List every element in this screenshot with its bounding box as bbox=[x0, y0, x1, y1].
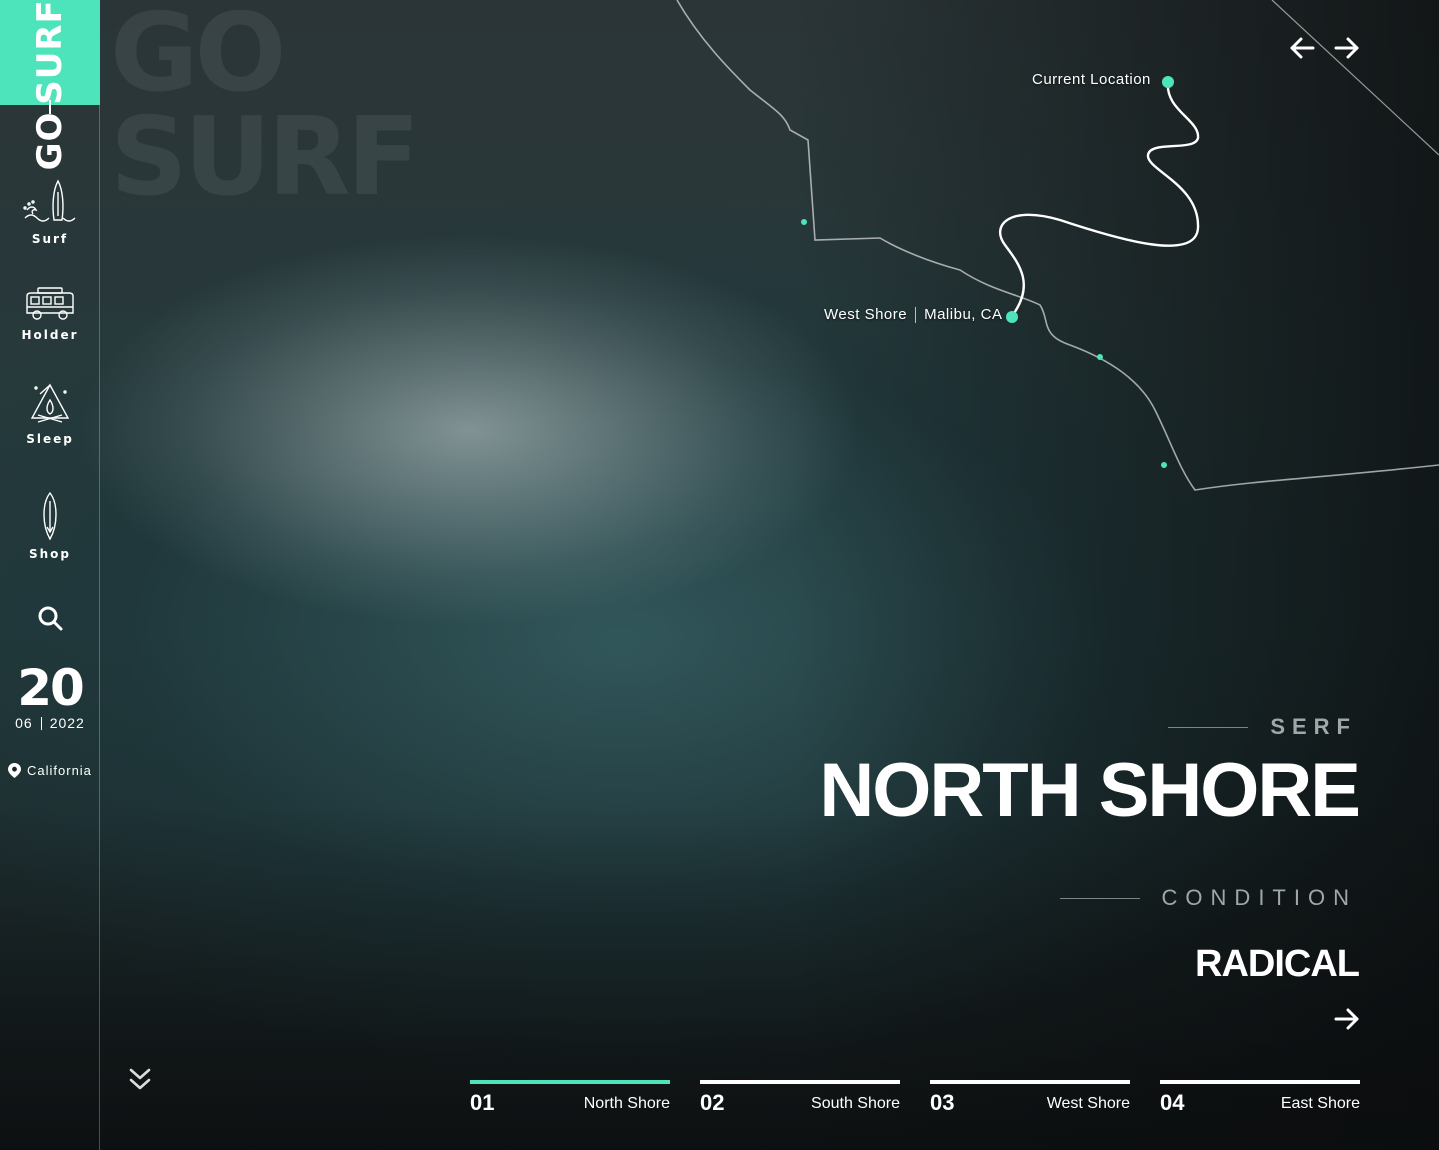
current-location-label: Current Location bbox=[1032, 71, 1151, 88]
tab-north-shore[interactable]: 01 North Shore bbox=[470, 1080, 670, 1120]
sidebar-item-holder[interactable]: Holder bbox=[0, 286, 100, 342]
sidebar-item-shop[interactable]: Shop bbox=[0, 491, 100, 561]
spot-label-divider bbox=[915, 306, 917, 323]
sidebar: SURF GO Surf Holder Sleep Shop 20 06 202… bbox=[0, 0, 100, 1150]
next-arrow-icon[interactable] bbox=[1333, 34, 1361, 62]
details-arrow-icon[interactable] bbox=[1333, 1005, 1361, 1033]
date-divider bbox=[40, 716, 42, 730]
eyebrow-rule bbox=[1168, 726, 1249, 728]
sidebar-item-label: Holder bbox=[21, 328, 79, 342]
ghost-title-line-1: GO bbox=[110, 0, 286, 116]
surfboard-wave-icon bbox=[23, 179, 76, 222]
logo-text-surf[interactable]: SURF bbox=[30, 0, 70, 105]
tab-label: West Shore bbox=[1046, 1095, 1130, 1112]
condition-rule bbox=[1059, 897, 1140, 899]
tab-east-shore[interactable]: 04 East Shore bbox=[1160, 1080, 1360, 1120]
sidebar-item-surf[interactable]: Surf bbox=[0, 178, 100, 246]
condition-value: RADICAL bbox=[1195, 943, 1360, 985]
spot-city: Malibu, CA bbox=[924, 306, 1003, 323]
prev-arrow-icon[interactable] bbox=[1288, 34, 1316, 62]
date-year: 2022 bbox=[49, 715, 85, 731]
scroll-down-chevron-icon[interactable] bbox=[128, 1066, 152, 1094]
spot-label[interactable]: West Shore Malibu, CA bbox=[824, 306, 1002, 323]
hero-eyebrow-text: SERF bbox=[1270, 714, 1357, 739]
spot-name: West Shore bbox=[824, 306, 908, 323]
tab-number: 02 bbox=[700, 1090, 725, 1115]
tab-label: South Shore bbox=[811, 1095, 900, 1112]
tab-number: 01 bbox=[470, 1090, 495, 1115]
logo-text-go[interactable]: GO bbox=[30, 112, 70, 171]
location-label: California bbox=[27, 763, 92, 778]
ghost-title-line-2: SURF bbox=[110, 95, 420, 220]
sidebar-item-sleep[interactable]: Sleep bbox=[0, 382, 100, 446]
hero-title: NORTH SHORE bbox=[819, 748, 1361, 833]
search-icon[interactable] bbox=[36, 604, 64, 632]
date-month: 06 bbox=[15, 715, 33, 731]
date-day: 20 bbox=[17, 659, 85, 717]
camper-van-icon bbox=[26, 287, 74, 320]
tab-label: East Shore bbox=[1280, 1095, 1360, 1112]
surfboard-icon bbox=[43, 491, 57, 541]
ghost-brand-title: GO SURF bbox=[110, 0, 420, 220]
tab-south-shore[interactable]: 02 South Shore bbox=[700, 1080, 900, 1120]
tab-number: 03 bbox=[930, 1090, 955, 1115]
sidebar-item-label: Sleep bbox=[26, 432, 74, 446]
condition-label: CONDITION bbox=[1059, 885, 1357, 911]
sidebar-item-label: Surf bbox=[31, 232, 69, 246]
campfire-tent-icon bbox=[30, 383, 70, 423]
sidebar-item-label: Shop bbox=[28, 547, 72, 561]
location-indicator[interactable]: California bbox=[8, 763, 92, 778]
date-month-year: 06 2022 bbox=[0, 715, 100, 731]
shore-tabs: 01 North Shore 02 South Shore 03 West Sh… bbox=[470, 1080, 1360, 1120]
condition-label-text: CONDITION bbox=[1161, 885, 1357, 910]
tab-number: 04 bbox=[1160, 1090, 1185, 1115]
hero-eyebrow: SERF bbox=[1168, 714, 1357, 740]
map-pin-icon bbox=[8, 763, 21, 778]
tab-west-shore[interactable]: 03 West Shore bbox=[930, 1080, 1130, 1120]
tab-label: North Shore bbox=[583, 1095, 670, 1112]
